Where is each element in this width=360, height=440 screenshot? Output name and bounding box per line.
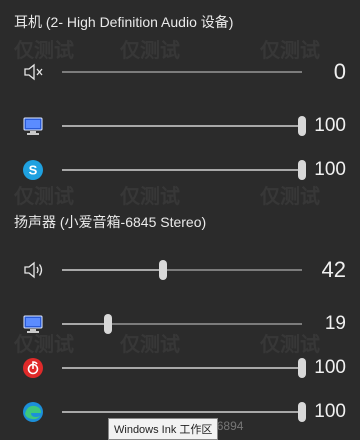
slider-fill [62,169,302,171]
volume-value: 100 [314,115,346,136]
windows-ink-tooltip: Windows Ink 工作区 [108,418,219,440]
volume-value: 100 [314,357,346,378]
volume-row-netease-music: 100 [0,348,360,388]
slider-fill [62,125,302,127]
volume-slider[interactable] [62,260,302,280]
speaker-icon[interactable] [22,259,44,281]
monitor-app-icon [22,313,44,335]
slider-thumb[interactable] [298,402,306,422]
slider-fill [62,323,108,325]
volume-slider[interactable] [62,71,302,73]
slider-thumb[interactable] [103,314,112,334]
volume-slider[interactable] [62,116,306,136]
slider-thumb[interactable] [298,160,306,180]
volume-row-master-speaker: 42 [0,250,360,290]
volume-slider[interactable] [62,314,302,334]
volume-row-skype: S 100 [0,150,360,190]
slider-fill [62,411,302,413]
volume-value: 100 [314,159,346,180]
volume-value: 100 [314,401,346,422]
speaker-muted-icon[interactable] [22,61,44,83]
volume-slider[interactable] [62,160,306,180]
volume-slider[interactable] [62,358,306,378]
volume-value: 0 [333,59,346,84]
netease-music-icon [22,357,44,379]
edge-icon [22,401,44,423]
slider-thumb[interactable] [158,260,167,280]
slider-fill [62,367,302,369]
device-header-speaker: 扬声器 (小爱音箱-6845 Stereo) [14,214,207,230]
slider-thumb[interactable] [298,358,306,378]
volume-value: 42 [321,257,346,282]
volume-value: 19 [324,313,346,334]
skype-icon: S [22,159,44,181]
slider-thumb[interactable] [298,116,306,136]
volume-row-monitor-app: 100 [0,106,360,146]
device-header-headphones: 耳机 (2- High Definition Audio 设备) [14,14,234,30]
volume-row-master-headphones: 0 [0,52,360,92]
monitor-app-icon [22,115,44,137]
svg-text:S: S [29,163,38,178]
slider-fill [62,269,163,271]
volume-slider[interactable] [62,402,306,422]
volume-row-monitor-app: 19 [0,304,360,344]
